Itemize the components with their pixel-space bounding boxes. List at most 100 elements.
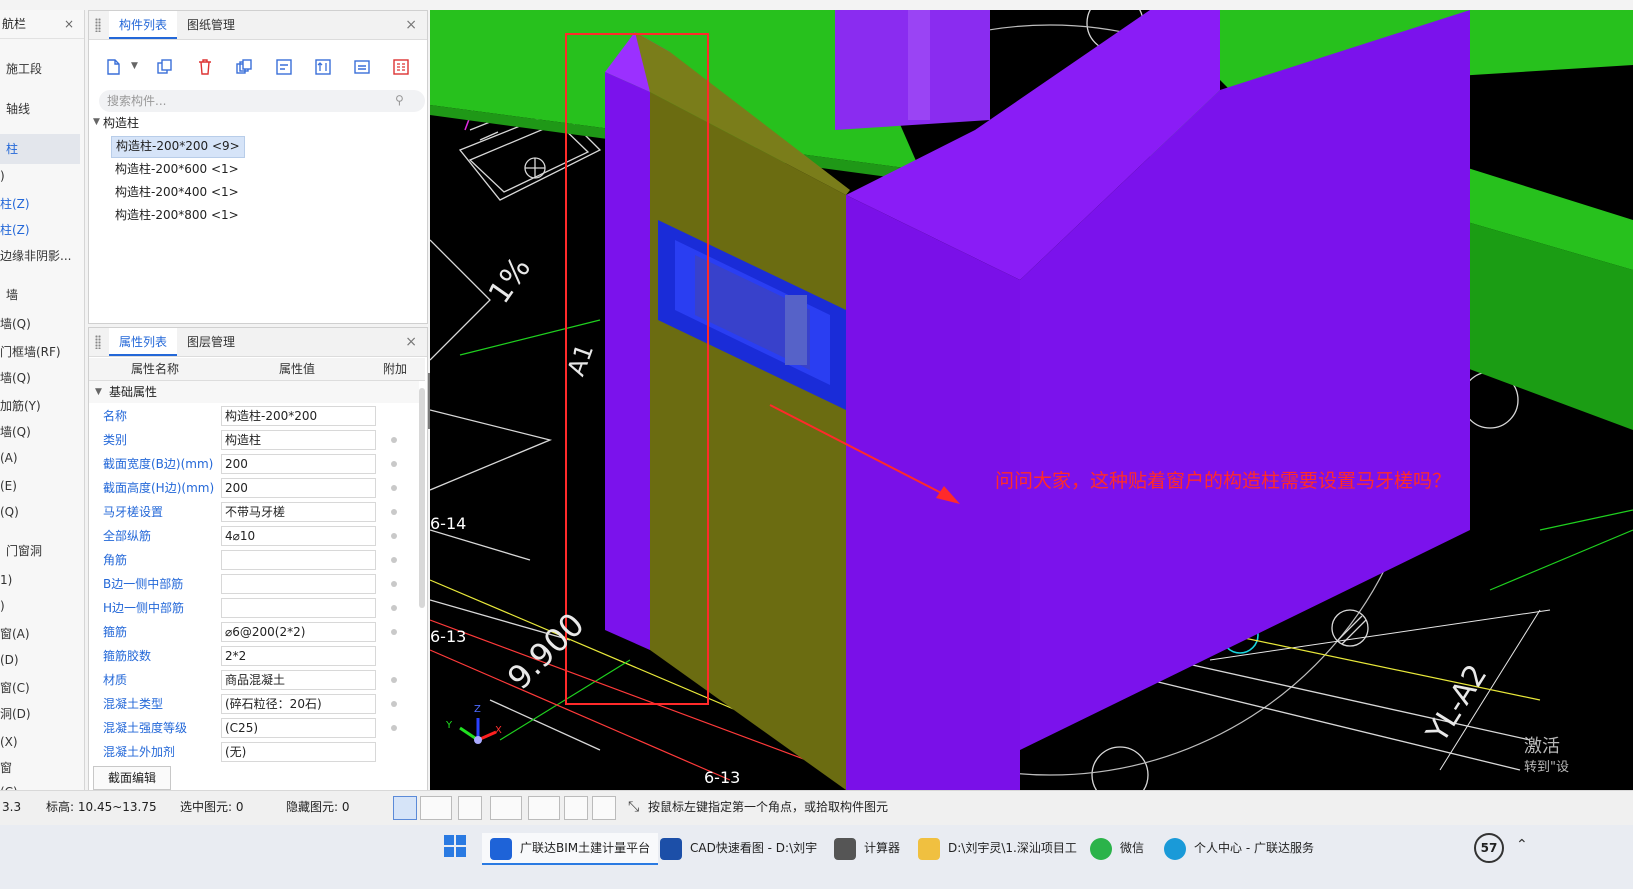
ortho-toggle-icon[interactable] (393, 796, 417, 820)
windows-start-icon[interactable] (444, 835, 466, 857)
extra-checkbox[interactable] (391, 533, 397, 539)
component-list-item[interactable]: 构造柱-200*600 <1> (111, 159, 243, 179)
nav-item[interactable]: 边缘非阴影... (0, 246, 74, 266)
nav-item[interactable]: 墙(Q) (0, 368, 74, 388)
angle-tool-icon[interactable] (490, 796, 522, 820)
group-collapse-icon[interactable]: ▼ (95, 381, 102, 403)
property-value-field[interactable]: 4⌀10 (221, 526, 376, 546)
view-tool-icon[interactable] (564, 796, 588, 820)
property-value-field[interactable] (221, 574, 376, 594)
property-value-field[interactable]: (碎石粒径：20石) (221, 694, 376, 714)
property-value-field[interactable]: 200 (221, 454, 376, 474)
nav-item[interactable]: 加筋(Y) (0, 396, 74, 416)
property-row[interactable]: 名称 构造柱-200*200 (89, 404, 419, 428)
nav-item[interactable]: 洞(D) (0, 704, 74, 724)
property-row[interactable]: H边一侧中部筋 (89, 596, 419, 620)
extra-checkbox[interactable] (391, 677, 397, 683)
nav-item[interactable]: 施工段 (0, 54, 80, 84)
nav-item[interactable]: 窗(A) (0, 624, 74, 644)
dimension-tool-icon[interactable] (528, 796, 560, 820)
taskbar-app-cad[interactable]: CAD快速看图 - D:\刘宇 (660, 833, 817, 863)
property-value-field[interactable]: 2*2 (221, 646, 376, 666)
property-value-field[interactable]: ⌀6@200(2*2) (221, 622, 376, 642)
nav-item[interactable]: (A) (0, 448, 74, 468)
extra-checkbox[interactable] (391, 725, 397, 731)
import-icon[interactable] (350, 55, 374, 79)
property-value-field[interactable]: (C25) (221, 718, 376, 738)
extra-checkbox[interactable] (391, 581, 397, 587)
drag-grip-icon[interactable] (95, 18, 101, 32)
nav-item[interactable]: 窗(C) (0, 678, 74, 698)
drag-grip-icon[interactable] (95, 335, 101, 349)
component-list-item[interactable]: 构造柱-200*200 <9> (111, 136, 245, 158)
curve-tool-icon[interactable] (592, 796, 616, 820)
taskbar-app-explorer[interactable]: D:\刘宇灵\1.深汕项目工 (918, 833, 1077, 863)
property-value-field[interactable]: 构造柱-200*200 (221, 406, 376, 426)
property-row[interactable]: 类别 构造柱 (89, 428, 419, 452)
property-value-field[interactable]: (无) (221, 742, 376, 762)
nav-item[interactable]: 1) (0, 570, 74, 590)
property-panel-close-icon[interactable]: × (405, 328, 417, 356)
nav-item[interactable]: 柱(Z) (0, 220, 74, 240)
nav-item[interactable]: 门窗洞 (0, 536, 80, 566)
component-list-item[interactable]: 构造柱-200*800 <1> (111, 205, 243, 225)
taskbar-app-wechat[interactable]: 微信 (1090, 833, 1144, 863)
extra-checkbox[interactable] (391, 605, 397, 611)
component-panel-close-icon[interactable]: × (405, 11, 417, 39)
taskbar-app-glodon[interactable]: 广联达BIM土建计量平台 (482, 833, 659, 865)
property-row[interactable]: 箍筋 ⌀6@200(2*2) (89, 620, 419, 644)
3d-viewport[interactable]: 问问大家，这种贴着窗户的构造柱需要设置马牙槎吗？ 6-14 6-13 6-13 … (430, 10, 1633, 790)
property-value-field[interactable]: 构造柱 (221, 430, 376, 450)
group-basic-properties[interactable]: ▼ 基础属性 (89, 381, 419, 403)
extra-checkbox[interactable] (391, 701, 397, 707)
nav-close-icon[interactable]: × (64, 10, 74, 38)
nav-item[interactable]: 窗 (0, 758, 74, 778)
property-scrollbar[interactable] (419, 388, 425, 608)
property-row[interactable]: 材质 商品混凝土 (89, 668, 419, 692)
chevron-up-icon[interactable]: ⌃ (1516, 837, 1528, 853)
nav-item[interactable]: (Q) (0, 502, 74, 522)
nav-item[interactable]: (E) (0, 476, 74, 496)
tab-drawing-management[interactable]: 图纸管理 (177, 11, 245, 39)
property-value-field[interactable]: 200 (221, 478, 376, 498)
nav-item[interactable]: (X) (0, 732, 74, 752)
property-value-field[interactable]: 商品混凝土 (221, 670, 376, 690)
search-icon[interactable]: ⚲ (395, 93, 404, 107)
snap-mode-icon[interactable] (420, 796, 452, 820)
extra-checkbox[interactable] (391, 509, 397, 515)
tab-component-list[interactable]: 构件列表 (109, 11, 178, 39)
nav-item[interactable]: 墙 (0, 280, 80, 310)
property-row[interactable]: 混凝土外加剂 (无) (89, 740, 419, 764)
layer-copy-icon[interactable] (232, 55, 256, 79)
notification-badge[interactable]: 57 (1474, 833, 1504, 863)
nav-item[interactable]: 墙(Q) (0, 422, 74, 442)
property-row[interactable]: 马牙槎设置 不带马牙槎 (89, 500, 419, 524)
cross-select-icon[interactable] (458, 796, 482, 820)
extra-checkbox[interactable] (391, 557, 397, 563)
export-icon[interactable] (389, 55, 413, 79)
property-row[interactable]: 混凝土强度等级 (C25) (89, 716, 419, 740)
tab-property-list[interactable]: 属性列表 (109, 328, 178, 356)
extra-checkbox[interactable] (391, 629, 397, 635)
new-dropdown-icon[interactable]: ▼ (131, 61, 138, 71)
property-row[interactable]: 截面宽度(B边)(mm) 200 (89, 452, 419, 476)
nav-item[interactable]: 墙(Q) (0, 314, 74, 334)
property-value-field[interactable]: 不带马牙槎 (221, 502, 376, 522)
extra-checkbox[interactable] (391, 485, 397, 491)
tree-collapse-icon[interactable]: ▼ (93, 117, 100, 127)
component-list-item[interactable]: 构造柱-200*400 <1> (111, 182, 243, 202)
property-row[interactable]: B边一侧中部筋 (89, 572, 419, 596)
property-value-field[interactable] (221, 598, 376, 618)
nav-item[interactable]: ) (0, 166, 74, 186)
copy-component-icon[interactable] (153, 55, 177, 79)
taskbar-app-edge[interactable]: 个人中心 - 广联达服务 (1164, 833, 1314, 863)
nav-item[interactable]: (D) (0, 650, 74, 670)
tree-root[interactable]: 构造柱 (103, 113, 139, 133)
taskbar-app-calculator[interactable]: 计算器 (834, 833, 900, 863)
property-value-field[interactable] (221, 550, 376, 570)
property-row[interactable]: 全部纵筋 4⌀10 (89, 524, 419, 548)
property-row[interactable]: 箍筋胶数 2*2 (89, 644, 419, 668)
search-component-input[interactable]: 搜索构件... (99, 90, 425, 112)
nav-item[interactable]: 轴线 (0, 94, 80, 124)
nav-item[interactable]: ) (0, 596, 74, 616)
